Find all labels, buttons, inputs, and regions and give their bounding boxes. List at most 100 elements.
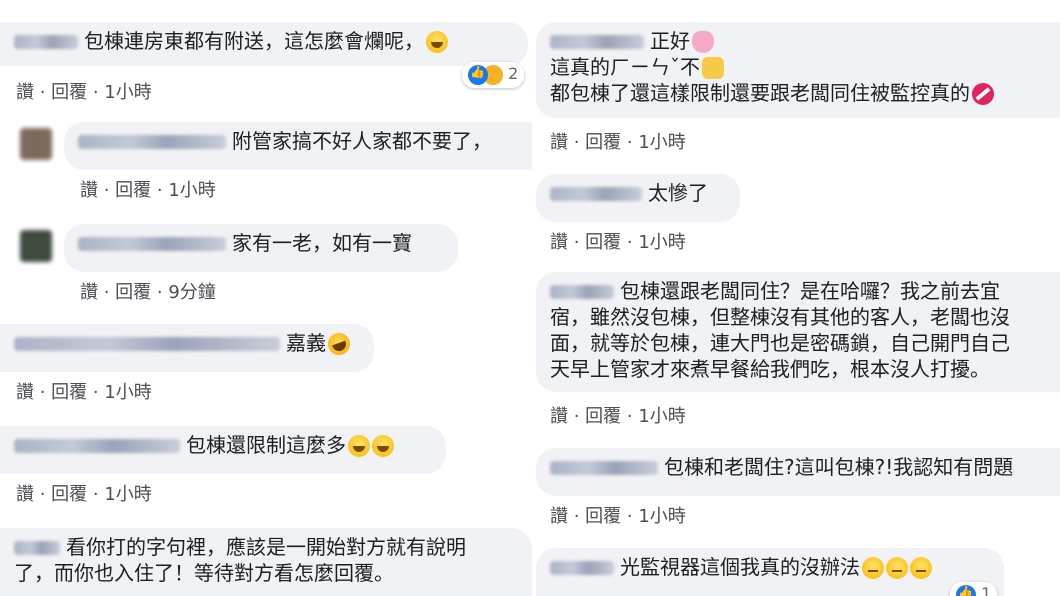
comment-text: 家有一老，如有一寶 bbox=[232, 231, 412, 255]
separator: · bbox=[151, 180, 169, 201]
comment-text: 包棟連房東都有附送，這怎麼會爛呢， bbox=[84, 29, 424, 53]
octopus-emoji-icon bbox=[692, 30, 714, 53]
comment-text-line: 這真的ㄏㄧㄣˇ不 bbox=[550, 55, 700, 79]
timestamp[interactable]: 1小時 bbox=[104, 82, 151, 103]
comment-actions: 讚 · 回覆 · 1小時 bbox=[16, 480, 152, 506]
unamused-emoji-icon bbox=[910, 556, 932, 579]
comment-text-line: 包棟還跟老闆同住？是在哈囉？我之前去宜 bbox=[620, 279, 1000, 303]
comment-bubble: 正好 這真的ㄏㄧㄣˇ不 都包棟了還這樣限制還要跟老闆同住被監控真的 bbox=[536, 22, 1060, 118]
comment-actions: 讚 · 回覆 · 9分鐘 bbox=[80, 278, 216, 304]
commenter-name-blurred[interactable] bbox=[550, 186, 642, 201]
reply-link[interactable]: 回覆 bbox=[51, 82, 87, 103]
unamused-emoji-icon bbox=[886, 556, 908, 579]
separator: · bbox=[621, 406, 639, 427]
separator: · bbox=[34, 484, 52, 505]
separator: · bbox=[87, 382, 105, 403]
comment-text: 嘉義 bbox=[286, 331, 326, 355]
like-link[interactable]: 讚 bbox=[550, 232, 568, 253]
left-comment-column: 包棟連房東都有附送，這怎麼會爛呢， 2 讚 · 回覆 · 1小時 附管家搞不好人… bbox=[0, 0, 532, 596]
reply-link[interactable]: 回覆 bbox=[115, 282, 151, 303]
like-link[interactable]: 讚 bbox=[80, 282, 98, 303]
separator: · bbox=[621, 132, 639, 153]
reaction-count: 2 bbox=[508, 64, 519, 83]
like-link[interactable]: 讚 bbox=[16, 484, 34, 505]
reply-link[interactable]: 回覆 bbox=[585, 506, 621, 527]
commenter-name-blurred[interactable] bbox=[14, 336, 280, 351]
like-link[interactable]: 讚 bbox=[16, 82, 34, 103]
reply-link[interactable]: 回覆 bbox=[51, 484, 87, 505]
reply-link[interactable]: 回覆 bbox=[585, 406, 621, 427]
unamused-emoji-icon bbox=[862, 556, 884, 579]
timestamp[interactable]: 1小時 bbox=[638, 132, 685, 153]
timestamp[interactable]: 1小時 bbox=[638, 406, 685, 427]
comment-text-line: 宿，雖然沒包棟，但整棟沒有其他的客人，老闆也沒 bbox=[550, 305, 1010, 329]
like-link[interactable]: 讚 bbox=[550, 506, 568, 527]
like-link[interactable]: 讚 bbox=[550, 406, 568, 427]
like-link[interactable]: 讚 bbox=[16, 382, 34, 403]
comment-actions: 讚 · 回覆 · 1小時 bbox=[550, 128, 686, 154]
like-link[interactable]: 讚 bbox=[550, 132, 568, 153]
reaction-count: 1 bbox=[981, 584, 992, 596]
like-reaction-icon bbox=[956, 584, 976, 596]
avatar[interactable] bbox=[20, 230, 52, 262]
separator: · bbox=[621, 506, 639, 527]
separator: · bbox=[34, 82, 52, 103]
comment-text-line: 天早上管家才來煮早餐給我們吃，根本沒人打擾。 bbox=[550, 357, 990, 381]
timestamp[interactable]: 1小時 bbox=[104, 484, 151, 505]
commenter-name-blurred[interactable] bbox=[14, 34, 78, 49]
commenter-name-blurred[interactable] bbox=[550, 284, 614, 299]
timestamp[interactable]: 1小時 bbox=[168, 180, 215, 201]
comment-text-line: 正好 bbox=[650, 29, 690, 53]
comment-actions: 讚 · 回覆 · 1小時 bbox=[16, 78, 152, 104]
comment-actions: 讚 · 回覆 · 1小時 bbox=[550, 228, 686, 254]
reply-link[interactable]: 回覆 bbox=[115, 180, 151, 201]
separator: · bbox=[98, 282, 116, 303]
smile-emoji-icon bbox=[348, 434, 370, 457]
timestamp[interactable]: 1小時 bbox=[638, 506, 685, 527]
ok-hand-emoji-icon bbox=[702, 56, 724, 79]
reply-link[interactable]: 回覆 bbox=[51, 382, 87, 403]
commenter-name-blurred[interactable] bbox=[78, 134, 226, 149]
commenter-name-blurred[interactable] bbox=[14, 540, 60, 555]
comment-bubble: 嘉義 bbox=[0, 324, 374, 372]
separator: · bbox=[568, 232, 586, 253]
separator: · bbox=[87, 484, 105, 505]
separator: · bbox=[87, 82, 105, 103]
reaction-summary[interactable]: 1 bbox=[950, 582, 998, 596]
timestamp[interactable]: 1小時 bbox=[638, 232, 685, 253]
commenter-name-blurred[interactable] bbox=[550, 460, 658, 475]
separator: · bbox=[568, 132, 586, 153]
avatar[interactable] bbox=[20, 128, 52, 160]
comment-actions: 讚 · 回覆 · 1小時 bbox=[550, 402, 686, 428]
laughing-emoji-icon bbox=[324, 329, 354, 358]
comment-text-line: 了，而你也入住了！等待對方看怎麼回覆。 bbox=[14, 561, 394, 585]
commenter-name-blurred[interactable] bbox=[550, 34, 644, 49]
like-link[interactable]: 讚 bbox=[80, 180, 98, 201]
prohibited-emoji-icon bbox=[972, 82, 994, 105]
commenter-name-blurred[interactable] bbox=[14, 438, 180, 453]
reply-link[interactable]: 回覆 bbox=[585, 132, 621, 153]
timestamp[interactable]: 9分鐘 bbox=[168, 282, 215, 303]
comment-text: 附管家搞不好人家都不要了， bbox=[232, 129, 492, 153]
reply-link[interactable]: 回覆 bbox=[585, 232, 621, 253]
separator: · bbox=[34, 382, 52, 403]
comment-text: 包棟還限制這麼多 bbox=[186, 433, 346, 457]
comment-bubble: 包棟和老闆住?這叫包棟?!我認知有問題 bbox=[536, 448, 1060, 496]
comment-text: 包棟和老闆住?這叫包棟?!我認知有問題 bbox=[664, 455, 1014, 479]
comment-bubble: 包棟還限制這麼多 bbox=[0, 426, 446, 474]
comment-actions: 讚 · 回覆 · 1小時 bbox=[16, 378, 152, 404]
comment-bubble: 附管家搞不好人家都不要了， bbox=[64, 122, 532, 170]
commenter-name-blurred[interactable] bbox=[78, 236, 226, 251]
reaction-summary[interactable]: 2 bbox=[462, 62, 525, 88]
smile-emoji-icon bbox=[372, 434, 394, 457]
comment-bubble: 太慘了 bbox=[536, 174, 740, 222]
separator: · bbox=[621, 232, 639, 253]
commenter-name-blurred[interactable] bbox=[550, 560, 614, 575]
comment-text-line: 看你打的字句裡，應該是一開始對方就有說明 bbox=[66, 535, 466, 559]
comment-bubble: 包棟還跟老闆同住？是在哈囉？我之前去宜 宿，雖然沒包棟，但整棟沒有其他的客人，老… bbox=[536, 272, 1060, 392]
comment-bubble: 光監視器這個我真的沒辦法 bbox=[536, 548, 1004, 596]
comment-text-line: 面，就等於包棟，連大門也是密碼鎖，自己開門自己 bbox=[550, 331, 1010, 355]
comment-bubble: 看你打的字句裡，應該是一開始對方就有說明 了，而你也入住了！等待對方看怎麼回覆。 bbox=[0, 528, 532, 596]
comment-text-line: 都包棟了還這樣限制還要跟老闆同住被監控真的 bbox=[550, 81, 970, 105]
timestamp[interactable]: 1小時 bbox=[104, 382, 151, 403]
